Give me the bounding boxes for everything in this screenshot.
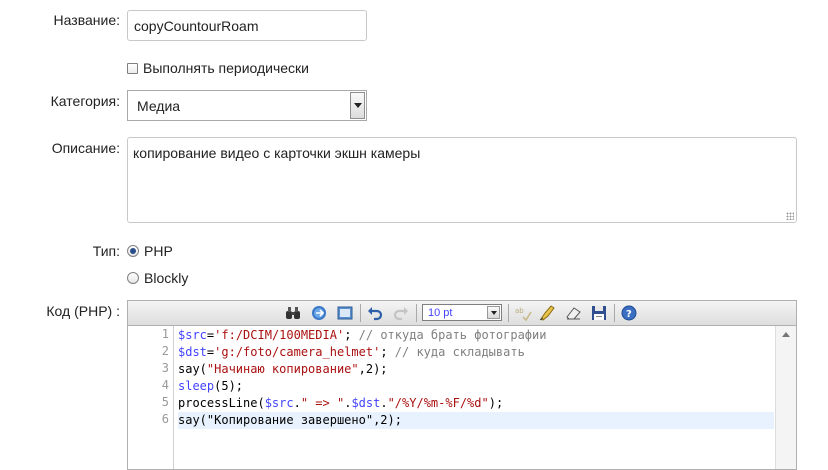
description-text: копирование видео с карточки экшн камеры <box>133 145 421 161</box>
category-value: Медиа <box>137 98 181 114</box>
periodic-checkbox[interactable] <box>127 62 138 74</box>
eraser-icon[interactable] <box>564 304 582 322</box>
category-label: Категория: <box>50 93 120 109</box>
undo-icon[interactable] <box>366 304 384 322</box>
toolbar-separator <box>614 304 615 322</box>
goto-icon[interactable] <box>310 304 328 322</box>
code-area[interactable]: $src='f:/DCIM/100MEDIA'; // откуда брать… <box>178 326 774 469</box>
spellcheck-icon[interactable]: ab <box>514 304 532 322</box>
toolbar-separator <box>416 304 417 322</box>
line-number: 6 <box>161 412 169 426</box>
name-label: Название: <box>53 12 120 28</box>
font-size-value: 10 pt <box>428 307 453 319</box>
editor-toolbar: 10 pt ab ? <box>128 301 796 326</box>
code-line: $dst='g:/foto/camera_helmet'; // куда ск… <box>178 345 525 359</box>
code-scrollbar[interactable] <box>775 326 796 469</box>
line-number: 5 <box>161 395 169 409</box>
code-line-active: say("Копирование завершено",2); <box>178 412 774 429</box>
code-line: sleep(5); <box>178 379 244 393</box>
svg-text:?: ? <box>626 309 632 320</box>
category-select[interactable]: Медиа <box>127 90 367 121</box>
radio-blockly[interactable] <box>127 272 139 284</box>
highlight-icon[interactable] <box>538 304 556 322</box>
code-line: processLine($src." => ".$dst."/%Y/%m-%F/… <box>178 396 504 410</box>
svg-text:ab: ab <box>515 307 524 315</box>
chevron-down-icon[interactable] <box>487 306 500 319</box>
code-label: Код (PHP) : <box>46 303 120 319</box>
scroll-up-icon[interactable] <box>782 332 790 337</box>
code-editor[interactable]: 10 pt ab ? 1 2 3 4 5 6 $src='f:/DCIM/100… <box>127 300 797 470</box>
name-field[interactable] <box>127 10 367 41</box>
binoculars-icon[interactable] <box>284 304 302 322</box>
radio-php[interactable] <box>127 245 139 257</box>
toolbar-separator <box>360 304 361 322</box>
type-label: Тип: <box>92 243 120 259</box>
line-number: 2 <box>161 344 169 358</box>
code-line: say("Начинаю копирование",2); <box>178 362 388 376</box>
type-option-blockly[interactable]: Blockly <box>127 270 188 286</box>
redo-icon[interactable] <box>392 304 410 322</box>
description-textarea[interactable]: копирование видео с карточки экшн камеры <box>127 137 797 223</box>
line-number: 1 <box>161 327 169 341</box>
line-number: 3 <box>161 361 169 375</box>
type-php-label: PHP <box>144 243 173 259</box>
periodic-checkbox-row[interactable]: Выполнять периодически <box>127 60 309 76</box>
help-icon[interactable]: ? <box>620 304 638 322</box>
font-size-select[interactable]: 10 pt <box>422 304 502 321</box>
line-number-gutter: 1 2 3 4 5 6 <box>128 326 174 469</box>
fullscreen-icon[interactable] <box>336 304 354 322</box>
description-label: Описание: <box>51 140 120 156</box>
code-line: $src='f:/DCIM/100MEDIA'; // откуда брать… <box>178 328 547 342</box>
periodic-label: Выполнять периодически <box>143 60 310 76</box>
toolbar-separator <box>508 304 509 322</box>
type-option-php[interactable]: PHP <box>127 243 173 259</box>
line-number: 4 <box>161 378 169 392</box>
resize-handle-icon[interactable] <box>786 212 794 220</box>
type-blockly-label: Blockly <box>144 270 189 286</box>
save-icon[interactable] <box>590 304 608 322</box>
chevron-down-icon[interactable] <box>350 92 365 119</box>
